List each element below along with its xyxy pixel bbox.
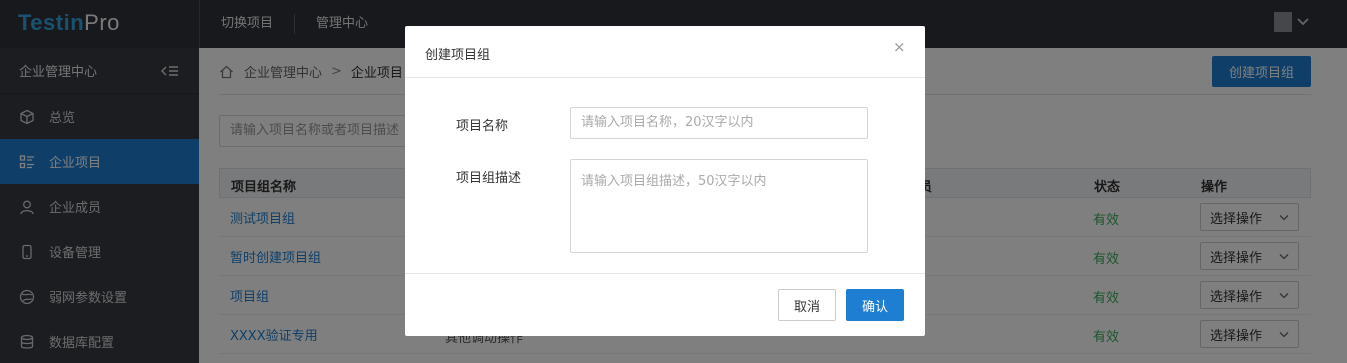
- dialog-header: 创建项目组 ×: [405, 26, 925, 78]
- create-project-group-dialog: 创建项目组 × 项目名称 请输入项目名称，20汉字以内 项目组描述 请输入项目组…: [405, 26, 925, 336]
- project-name-label: 项目名称: [456, 119, 509, 134]
- project-desc-textarea[interactable]: 请输入项目组描述，50汉字以内: [570, 159, 868, 253]
- project-desc-label: 项目组描述: [456, 171, 522, 186]
- close-icon[interactable]: ×: [893, 39, 906, 55]
- dialog-title: 创建项目组: [425, 48, 491, 63]
- dialog-footer: 取消 确认: [405, 273, 925, 336]
- cancel-button[interactable]: 取消: [778, 289, 836, 321]
- confirm-button[interactable]: 确认: [846, 289, 904, 321]
- project-name-input[interactable]: 请输入项目名称，20汉字以内: [570, 107, 868, 139]
